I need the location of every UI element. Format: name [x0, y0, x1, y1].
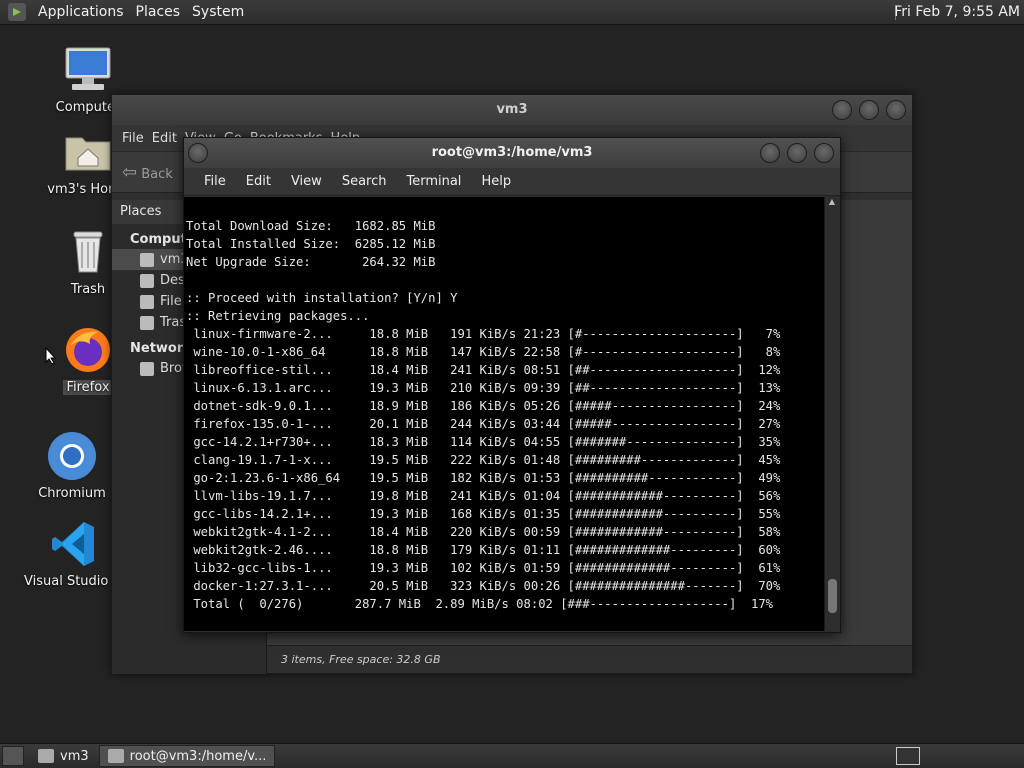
home-icon [140, 252, 154, 267]
menu-file[interactable]: File [122, 131, 152, 146]
maximize-button[interactable] [787, 143, 807, 163]
terminal-line: wine-10.0-1-x86_64 18.8 MiB 147 KiB/s 22… [186, 345, 781, 359]
terminal-line: libreoffice-stil... 18.4 MiB 241 KiB/s 0… [186, 363, 781, 377]
terminal-line: webkit2gtk-2.46.... 18.8 MiB 179 KiB/s 0… [186, 543, 781, 557]
terminal-line: linux-6.13.1.arc... 19.3 MiB 210 KiB/s 0… [186, 381, 781, 395]
desktop-icon-label: Firefox [63, 380, 113, 395]
desktop-icon-vscode[interactable]: Visual Studio Code [24, 518, 146, 589]
terminal-line: linux-firmware-2... 18.8 MiB 191 KiB/s 2… [186, 327, 781, 341]
window-title: root@vm3:/home/vm3 [431, 145, 593, 160]
folder-icon [38, 749, 54, 763]
menu-file[interactable]: File [194, 174, 236, 189]
terminal-line: Net Upgrade Size: 264.32 MiB [186, 255, 436, 269]
menu-edit[interactable]: Edit [152, 131, 185, 146]
status-bar: 3 items, Free space: 32.8 GB [267, 645, 912, 673]
distro-logo-icon[interactable] [8, 3, 26, 21]
terminal-line: lib32-gcc-libs-1... 19.3 MiB 102 KiB/s 0… [186, 561, 781, 575]
menu-help[interactable]: Help [471, 174, 521, 189]
terminal-window[interactable]: root@vm3:/home/vm3 File Edit View Search… [183, 137, 841, 633]
terminal-line: Total ( 0/276) 287.7 MiB 2.89 MiB/s 08:0… [186, 597, 773, 611]
desktop-icon-chromium[interactable]: Chromium [22, 430, 122, 501]
back-arrow-icon: ⇦ [122, 161, 138, 183]
terminal-line: dotnet-sdk-9.0.1... 18.9 MiB 186 KiB/s 0… [186, 399, 781, 413]
taskbar-item-label: vm3 [60, 748, 89, 764]
file-manager-titlebar[interactable]: vm3 [112, 95, 912, 125]
minimize-button[interactable] [832, 100, 852, 120]
terminal-line: Total Download Size: 1682.85 MiB [186, 219, 436, 233]
vscode-icon [48, 518, 100, 570]
window-menu-button[interactable] [188, 143, 208, 163]
back-label: Back [141, 166, 173, 182]
menu-edit[interactable]: Edit [236, 174, 281, 189]
maximize-button[interactable] [859, 100, 879, 120]
desktop-icon [140, 273, 154, 288]
trash-icon [140, 315, 154, 330]
terminal-line: webkit2gtk-4.1-2... 18.4 MiB 220 KiB/s 0… [186, 525, 781, 539]
terminal-line: docker-1:27.3.1-... 20.5 MiB 323 KiB/s 0… [186, 579, 781, 593]
menu-system[interactable]: System [186, 4, 250, 20]
mouse-cursor-icon [45, 347, 57, 365]
close-button[interactable] [814, 143, 834, 163]
show-desktop-button[interactable] [2, 746, 24, 766]
window-title: vm3 [496, 102, 528, 117]
menu-search[interactable]: Search [332, 174, 397, 189]
terminal-line: gcc-libs-14.2.1+... 19.3 MiB 168 KiB/s 0… [186, 507, 781, 521]
terminal-menubar: File Edit View Search Terminal Help [184, 168, 840, 196]
terminal-line: gcc-14.2.1+r730+... 18.3 MiB 114 KiB/s 0… [186, 435, 781, 449]
top-panel: Applications Places System Fri Feb 7, 9:… [0, 0, 1024, 25]
menu-terminal[interactable]: Terminal [396, 174, 471, 189]
desktop-icon-label: Visual Studio Code [24, 574, 146, 589]
minimize-button[interactable] [760, 143, 780, 163]
terminal-line: llvm-libs-19.1.7... 19.8 MiB 241 KiB/s 0… [186, 489, 781, 503]
terminal-scrollbar[interactable]: ▲ [824, 197, 840, 631]
chromium-icon [46, 430, 98, 482]
scroll-up-arrow-icon[interactable]: ▲ [825, 197, 839, 209]
drive-icon [140, 294, 154, 309]
network-icon [140, 361, 154, 376]
back-button[interactable]: ⇦ Back [122, 162, 173, 183]
workspace-switcher[interactable] [896, 747, 920, 765]
terminal-line: :: Proceed with installation? [Y/n] Y [186, 291, 458, 305]
terminal-titlebar[interactable]: root@vm3:/home/vm3 [184, 138, 840, 168]
bottom-taskbar: vm3 root@vm3:/home/v... [0, 743, 1024, 768]
terminal-icon [107, 749, 124, 763]
menu-places[interactable]: Places [130, 4, 187, 20]
menu-view[interactable]: View [281, 174, 332, 189]
close-button[interactable] [886, 100, 906, 120]
clock[interactable]: Fri Feb 7, 9:55 AM [894, 4, 1020, 20]
desktop-icon-label: Chromium [38, 486, 106, 501]
computer-icon [62, 44, 114, 96]
terminal-output[interactable]: Total Download Size: 1682.85 MiB Total In… [184, 197, 826, 631]
taskbar-item-file-manager[interactable]: vm3 [30, 745, 97, 767]
firefox-icon [62, 324, 114, 376]
terminal-line: :: Retrieving packages... [186, 309, 370, 323]
menu-applications[interactable]: Applications [32, 4, 130, 20]
home-folder-icon [62, 126, 114, 178]
scrollbar-thumb[interactable] [828, 579, 837, 613]
terminal-line: firefox-135.0-1-... 20.1 MiB 244 KiB/s 0… [186, 417, 781, 431]
terminal-line: go-2:1.23.6-1-x86_64 19.5 MiB 182 KiB/s … [186, 471, 781, 485]
terminal-line: Total Installed Size: 6285.12 MiB [186, 237, 436, 251]
trash-icon [62, 226, 114, 278]
taskbar-item-terminal[interactable]: root@vm3:/home/v... [98, 745, 276, 767]
terminal-line: clang-19.1.7-1-x... 19.5 MiB 222 KiB/s 0… [186, 453, 781, 467]
taskbar-item-label: root@vm3:/home/v... [129, 748, 267, 764]
